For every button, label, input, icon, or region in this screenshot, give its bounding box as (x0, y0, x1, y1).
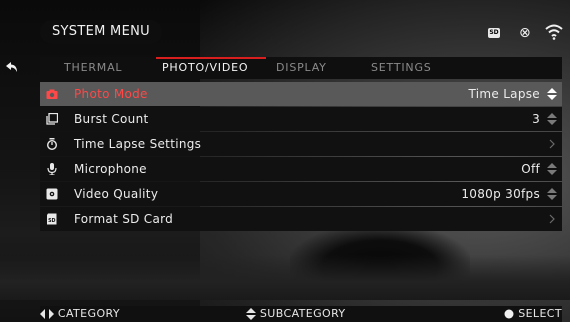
menu-item-label: Microphone (74, 162, 147, 176)
menu-item-value: 1080p 30fps (461, 187, 540, 201)
burst-icon (46, 113, 58, 125)
control-hints-bar: CATEGORY SUBCATEGORY SELECT (40, 306, 562, 322)
hint-select: SELECT (504, 306, 562, 322)
hint-subcategory: SUBCATEGORY (246, 306, 346, 322)
tab-bar: THERMAL PHOTO/VIDEO DISPLAY SETTINGS (40, 57, 562, 79)
page-title: SYSTEM MENU (40, 20, 162, 44)
menu-item-time-lapse-settings[interactable]: Time Lapse Settings (40, 132, 562, 156)
select-dot-icon (504, 309, 514, 319)
menu-item-microphone[interactable]: Microphone Off (40, 157, 562, 181)
menu-item-video-quality[interactable]: Video Quality 1080p 30fps (40, 182, 562, 206)
left-right-arrow-icon (40, 309, 54, 319)
svg-text:SD: SD (48, 218, 55, 224)
tab-settings[interactable]: SETTINGS (371, 57, 432, 79)
menu-list: Photo Mode Time Lapse Burst Count 3 Time… (40, 82, 562, 232)
back-arrow-icon[interactable] (5, 60, 19, 74)
sd-card-icon: SD (47, 213, 57, 225)
microphone-icon (47, 163, 57, 175)
tab-display[interactable]: DISPLAY (276, 57, 327, 79)
up-down-arrow-icon[interactable] (547, 163, 557, 175)
up-down-arrow-icon[interactable] (547, 113, 557, 125)
hint-subcategory-label: SUBCATEGORY (259, 307, 346, 320)
status-bar: SD ⊗ (483, 20, 563, 46)
tab-thermal[interactable]: THERMAL (64, 57, 122, 79)
menu-item-photo-mode[interactable]: Photo Mode Time Lapse (40, 82, 562, 106)
menu-item-burst-count[interactable]: Burst Count 3 (40, 107, 562, 131)
camera-icon (46, 89, 58, 99)
menu-item-label: Time Lapse Settings (74, 137, 202, 151)
chevron-right-icon[interactable] (549, 138, 555, 150)
menu-item-label: Format SD Card (74, 212, 174, 226)
up-down-arrow-icon[interactable] (547, 88, 557, 100)
hint-select-label: SELECT (518, 307, 562, 320)
hint-category: CATEGORY (40, 306, 120, 322)
sd-card-status-icon: SD (488, 28, 500, 38)
scene-ground (0, 255, 570, 300)
wifi-icon (545, 24, 563, 40)
menu-item-label: Burst Count (74, 112, 149, 126)
device-screen: SYSTEM MENU SD ⊗ THERMAL PHOTO/VIDEO DIS… (0, 0, 570, 322)
satellite-icon: ⊗ (519, 25, 531, 41)
hint-category-label: CATEGORY (57, 307, 120, 320)
video-quality-icon (46, 188, 58, 200)
up-down-arrow-icon[interactable] (547, 188, 557, 200)
menu-item-value: 3 (532, 112, 540, 126)
menu-item-label: Video Quality (74, 187, 159, 201)
stopwatch-icon (47, 138, 57, 150)
menu-item-format-sd-card[interactable]: SD Format SD Card (40, 207, 562, 231)
up-down-arrow-icon (246, 308, 256, 320)
menu-item-label: Photo Mode (74, 87, 148, 101)
menu-item-value: Time Lapse (468, 87, 540, 101)
tab-photo-video[interactable]: PHOTO/VIDEO (162, 57, 248, 79)
chevron-right-icon[interactable] (549, 213, 555, 225)
menu-item-value: Off (521, 162, 540, 176)
